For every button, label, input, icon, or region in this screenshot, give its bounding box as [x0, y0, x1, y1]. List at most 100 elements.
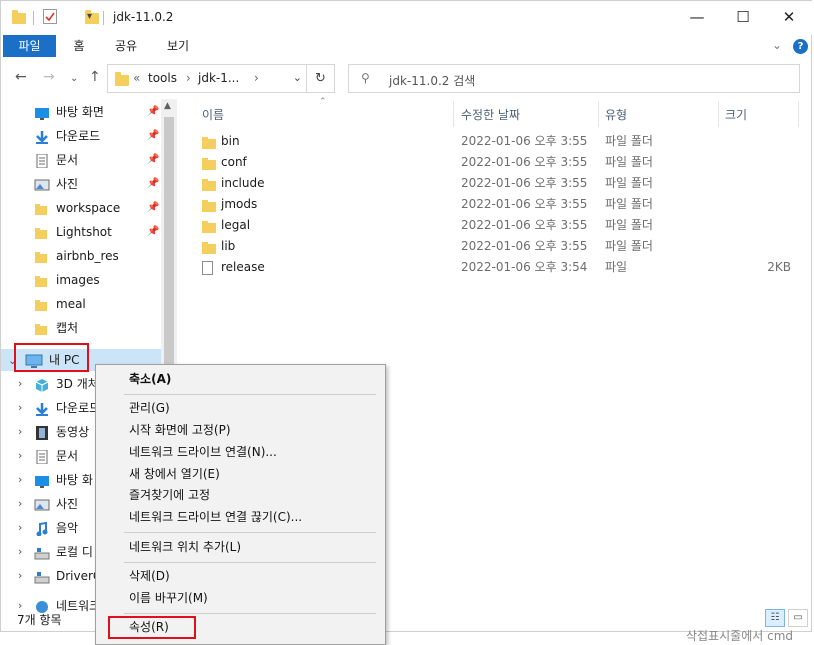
properties-icon[interactable]	[43, 9, 57, 24]
desktop-icon	[34, 473, 50, 488]
pin-icon[interactable]: 📌	[147, 226, 159, 237]
menu-item-collapse[interactable]: 축소(A)	[129, 369, 171, 390]
sidebar-item[interactable]: workspace	[34, 197, 120, 219]
sidebar-item-label: 다운로드	[56, 129, 101, 143]
sidebar-item[interactable]: Lightshot	[34, 221, 112, 243]
maximize-button[interactable]: ☐	[721, 6, 765, 30]
pin-icon[interactable]: 📌	[147, 106, 159, 117]
column-header-modified[interactable]: 수정한 날짜	[461, 105, 520, 125]
menu-item-pin-to-start[interactable]: 시작 화면에 고정(P)	[129, 420, 231, 441]
sidebar-item[interactable]: DriverC	[34, 565, 101, 587]
column-divider[interactable]	[718, 101, 719, 127]
chevron-right-icon[interactable]: ›	[18, 401, 22, 414]
sidebar-item[interactable]: 동영상	[34, 421, 89, 443]
sidebar-item[interactable]: 사진	[34, 493, 78, 515]
tab-home[interactable]: 홈	[65, 35, 93, 57]
file-size: 2KB	[767, 260, 791, 274]
sidebar-item[interactable]: 사진	[34, 173, 78, 195]
sidebar-item[interactable]: images	[34, 269, 100, 291]
column-header-size[interactable]: 크기	[725, 105, 747, 125]
help-icon[interactable]: ?	[793, 39, 808, 54]
folder-icon	[34, 297, 50, 311]
menu-item-pin-to-quick-access[interactable]: 즐겨찾기에 고정	[129, 485, 210, 506]
chevron-right-icon[interactable]: ›	[18, 545, 22, 558]
sidebar-item-label: 바탕 화면	[56, 105, 104, 119]
customize-toolbar-icon[interactable]: ▾	[87, 11, 92, 22]
table-row[interactable]: conf 2022-01-06 오후 3:55 파일 폴더	[197, 152, 797, 173]
close-button[interactable]: ✕	[767, 6, 811, 30]
scroll-up-icon[interactable]: ▲	[164, 101, 171, 111]
pin-icon[interactable]: 📌	[147, 154, 159, 165]
chevron-right-icon[interactable]: ›	[18, 425, 22, 438]
column-header-name[interactable]: 이름	[202, 105, 224, 125]
sidebar-item[interactable]: 바탕 화	[34, 469, 93, 491]
menu-item-rename[interactable]: 이름 바꾸기(M)	[129, 588, 208, 609]
sidebar-item[interactable]: 로컬 디	[34, 541, 93, 563]
menu-item-add-network-location[interactable]: 네트워크 위치 추가(L)	[129, 537, 241, 558]
table-row[interactable]: lib 2022-01-06 오후 3:55 파일 폴더	[197, 236, 797, 257]
column-divider[interactable]	[598, 101, 599, 127]
chevron-right-icon[interactable]: ›	[18, 497, 22, 510]
folder-icon	[34, 273, 50, 287]
chevron-right-icon[interactable]: ›	[18, 569, 22, 582]
sidebar-item[interactable]: 문서	[34, 149, 78, 171]
table-row[interactable]: bin 2022-01-06 오후 3:55 파일 폴더	[197, 131, 797, 152]
tab-view[interactable]: 보기	[161, 35, 195, 57]
menu-item-manage[interactable]: 관리(G)	[129, 398, 170, 419]
menu-item-open-new-window[interactable]: 새 창에서 열기(E)	[129, 464, 220, 485]
breadcrumb-separator[interactable]: ›	[254, 71, 259, 85]
sidebar-item-label: 캡처	[56, 321, 79, 335]
tab-share[interactable]: 공유	[109, 35, 143, 57]
menu-item-delete[interactable]: 삭제(D)	[129, 566, 170, 587]
chevron-right-icon[interactable]: ›	[18, 377, 22, 390]
search-box[interactable]: ⚲ jdk-11.0.2 검색	[348, 64, 800, 93]
sidebar-item[interactable]: meal	[34, 293, 86, 315]
sidebar-item[interactable]: 캡처	[34, 317, 78, 339]
large-icons-view-icon[interactable]: ▭	[788, 609, 808, 627]
sidebar-item[interactable]: 3D 개처	[34, 373, 99, 395]
column-header-type[interactable]: 유형	[605, 105, 627, 125]
sidebar-item[interactable]: 문서	[34, 445, 78, 467]
column-divider[interactable]	[798, 101, 799, 127]
table-row[interactable]: legal 2022-01-06 오후 3:55 파일 폴더	[197, 215, 797, 236]
search-input[interactable]: jdk-11.0.2 검색	[389, 72, 475, 89]
sidebar-item[interactable]: airbnb_res	[34, 245, 119, 267]
forward-arrow-icon[interactable]: →	[43, 69, 55, 85]
file-name: include	[221, 176, 265, 190]
file-type: 파일 폴더	[605, 155, 653, 169]
refresh-button[interactable]: ↻	[306, 65, 334, 92]
breadcrumb-separator[interactable]: ›	[186, 71, 191, 85]
pin-icon[interactable]: 📌	[147, 178, 159, 189]
this-pc-highlight	[14, 343, 89, 372]
address-dropdown-icon[interactable]: ⌄	[293, 71, 302, 84]
expand-ribbon-icon[interactable]: ⌄	[772, 38, 782, 52]
sidebar-item[interactable]: 다운로드	[34, 397, 100, 419]
chevron-right-icon[interactable]: ›	[18, 521, 22, 534]
breadcrumb-overflow[interactable]: «	[133, 71, 140, 85]
sidebar-item[interactable]: 음악	[34, 517, 78, 539]
file-type: 파일 폴더	[605, 134, 653, 148]
chevron-right-icon[interactable]: ›	[18, 473, 22, 486]
table-row[interactable]: jmods 2022-01-06 오후 3:55 파일 폴더	[197, 194, 797, 215]
breadcrumb-jdk[interactable]: jdk-1...	[198, 71, 239, 85]
chevron-right-icon[interactable]: ›	[18, 449, 22, 462]
pin-icon[interactable]: 📌	[147, 202, 159, 213]
column-divider[interactable]	[453, 101, 454, 127]
up-arrow-icon[interactable]: ↑	[89, 69, 101, 85]
menu-item-map-network-drive[interactable]: 네트워크 드라이브 연결(N)...	[129, 442, 277, 463]
file-modified: 2022-01-06 오후 3:54	[461, 260, 588, 274]
tab-file[interactable]: 파일	[3, 35, 56, 57]
breadcrumb-tools[interactable]: tools	[148, 71, 177, 85]
back-arrow-icon[interactable]: ←	[15, 69, 27, 85]
minimize-button[interactable]: —	[675, 6, 719, 30]
menu-item-disconnect-network-drive[interactable]: 네트워크 드라이브 연결 끊기(C)...	[129, 507, 302, 528]
table-row[interactable]: include 2022-01-06 오후 3:55 파일 폴더	[197, 173, 797, 194]
properties-highlight	[108, 616, 196, 639]
sidebar-item[interactable]: 바탕 화면	[34, 101, 104, 123]
table-row[interactable]: release 2022-01-06 오후 3:54 파일 2KB	[197, 257, 797, 278]
recent-locations-icon[interactable]: ⌄	[70, 73, 78, 84]
address-bar[interactable]: « tools › jdk-1... › ⌄ ↻	[107, 64, 335, 93]
sidebar-item[interactable]: 다운로드	[34, 125, 100, 147]
details-view-icon[interactable]: ☷	[765, 609, 785, 627]
pin-icon[interactable]: 📌	[147, 130, 159, 141]
